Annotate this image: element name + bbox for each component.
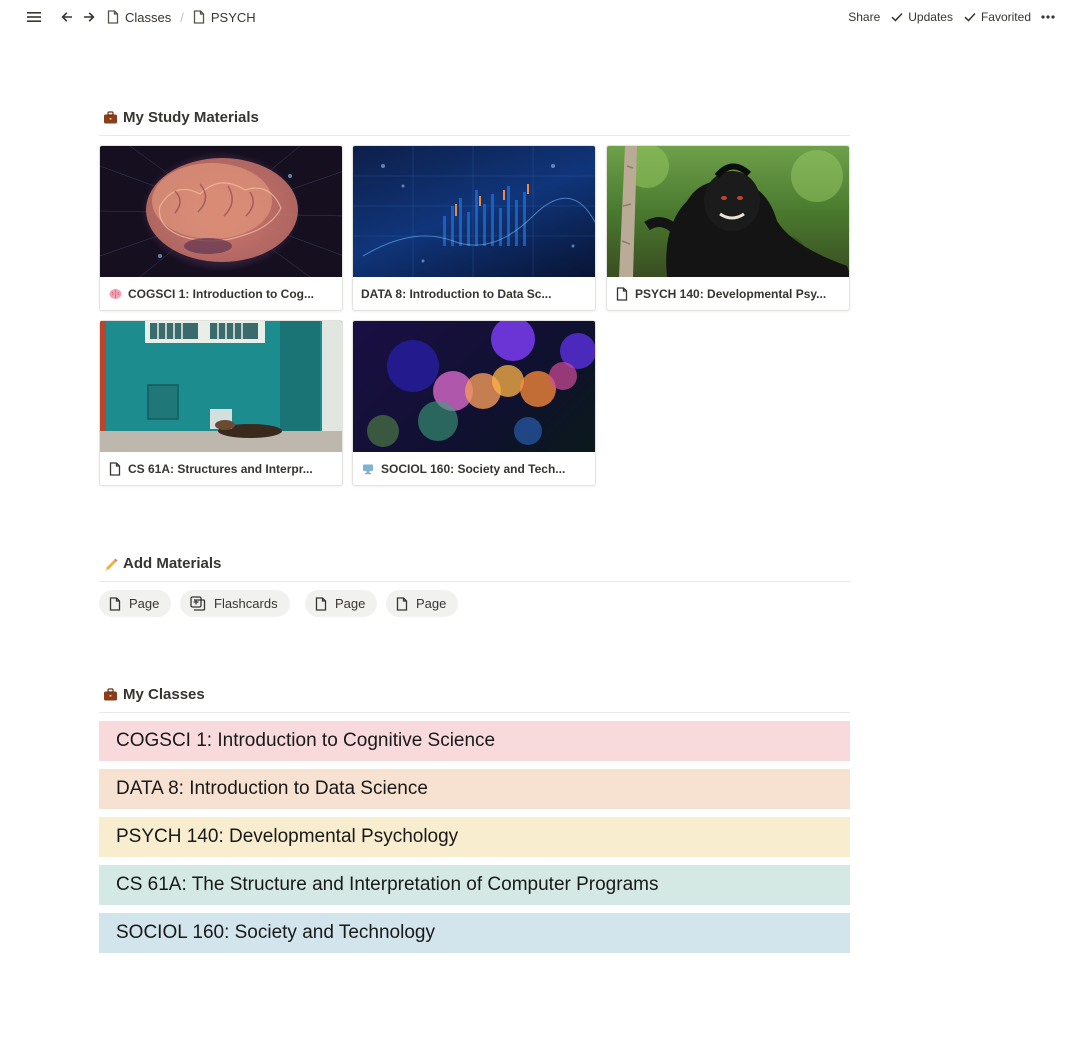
add-flashcards-button[interactable]: Flashcards [180, 590, 290, 617]
button-label: Page [129, 596, 160, 611]
share-label: Share [848, 10, 881, 24]
add-materials-heading: Add Materials [103, 555, 221, 572]
page-icon [109, 596, 121, 611]
updates-label: Updates [908, 10, 953, 24]
class-row-cogsci[interactable]: COGSCI 1: Introduction to Cognitive Scie… [99, 721, 850, 761]
class-label: SOCIOL 160: Society and Technology [116, 922, 435, 943]
add-page-button[interactable]: Page [305, 590, 378, 617]
top-bar-left: Classes / PSYCH [25, 8, 256, 26]
gallery-card-psych140[interactable]: PSYCH 140: Developmental Psy... [606, 145, 850, 311]
briefcase-icon [104, 688, 117, 701]
gallery-card-sociol160[interactable]: SOCIOL 160: Society and Tech... [352, 320, 596, 486]
class-label: CS 61A: The Structure and Interpretation… [116, 874, 659, 895]
study-materials-title: My Study Materials [123, 109, 259, 126]
favorited-label: Favorited [980, 10, 1031, 24]
card-label: COGSCI 1: Introduction to Cog... [128, 287, 314, 301]
class-row-cs61a[interactable]: CS 61A: The Structure and Interpretation… [99, 865, 850, 905]
flashcards-icon [190, 596, 206, 611]
add-materials-title: Add Materials [123, 555, 222, 572]
top-bar: Classes / PSYCH Share Updates Favorited [0, 0, 1088, 34]
monkey-cover [607, 146, 849, 277]
updates-button[interactable]: Updates [891, 10, 953, 24]
more-options-icon[interactable] [1041, 15, 1060, 19]
my-classes-heading: My Classes [103, 686, 205, 703]
class-row-data8[interactable]: DATA 8: Introduction to Data Science [99, 769, 850, 809]
gallery-card-cogsci[interactable]: COGSCI 1: Introduction to Cog... [99, 145, 343, 311]
page-icon [615, 287, 629, 301]
breadcrumb-separator: / [180, 9, 184, 25]
study-materials-heading: My Study Materials [103, 109, 259, 126]
brain-icon [108, 287, 122, 301]
class-label: COGSCI 1: Introduction to Cognitive Scie… [116, 730, 496, 751]
my-classes-title: My Classes [123, 686, 205, 703]
button-label: Page [335, 596, 366, 611]
page-icon [193, 10, 205, 24]
breadcrumb-classes[interactable]: Classes [107, 10, 171, 25]
breadcrumb-label: PSYCH [210, 9, 256, 25]
brain-cover [100, 146, 342, 277]
data-chart-cover [353, 146, 595, 277]
page-icon [107, 10, 119, 24]
class-label: DATA 8: Introduction to Data Science [116, 778, 428, 799]
check-icon [891, 12, 903, 22]
share-button[interactable]: Share [848, 10, 880, 24]
teal-wall-cover [100, 321, 342, 452]
gallery-card-cs61a[interactable]: CS 61A: Structures and Interpr... [99, 320, 343, 486]
add-page-button[interactable]: Page [386, 590, 459, 617]
page-icon [108, 462, 122, 476]
class-row-psych140[interactable]: PSYCH 140: Developmental Psychology [99, 817, 850, 857]
briefcase-icon [104, 111, 117, 124]
forward-arrow-icon[interactable] [80, 8, 98, 26]
class-label: PSYCH 140: Developmental Psychology [116, 826, 459, 847]
card-label: DATA 8: Introduction to Data Sc... [361, 287, 552, 301]
button-label: Flashcards [214, 596, 278, 611]
button-label: Page [416, 596, 447, 611]
divider [99, 712, 850, 713]
card-label: SOCIOL 160: Society and Tech... [381, 462, 566, 476]
menu-icon[interactable] [25, 8, 43, 26]
breadcrumb-label: Classes [125, 9, 172, 25]
back-arrow-icon[interactable] [58, 8, 76, 26]
check-icon [964, 12, 976, 22]
divider [99, 581, 850, 582]
card-label: PSYCH 140: Developmental Psy... [635, 287, 827, 301]
favorited-button[interactable]: Favorited [964, 10, 1031, 24]
bokeh-cover [353, 321, 595, 452]
divider [99, 135, 850, 136]
page-icon [396, 596, 408, 611]
card-label: CS 61A: Structures and Interpr... [128, 462, 313, 476]
pencil-icon [105, 558, 118, 571]
computer-icon [361, 462, 375, 476]
add-page-button[interactable]: Page [99, 590, 172, 617]
class-row-sociol160[interactable]: SOCIOL 160: Society and Technology [99, 913, 850, 953]
gallery-card-data8[interactable]: DATA 8: Introduction to Data Sc... [352, 145, 596, 311]
breadcrumb-psych[interactable]: PSYCH [193, 10, 256, 25]
top-bar-right: Share Updates Favorited [837, 8, 1060, 26]
page-icon [315, 596, 327, 611]
